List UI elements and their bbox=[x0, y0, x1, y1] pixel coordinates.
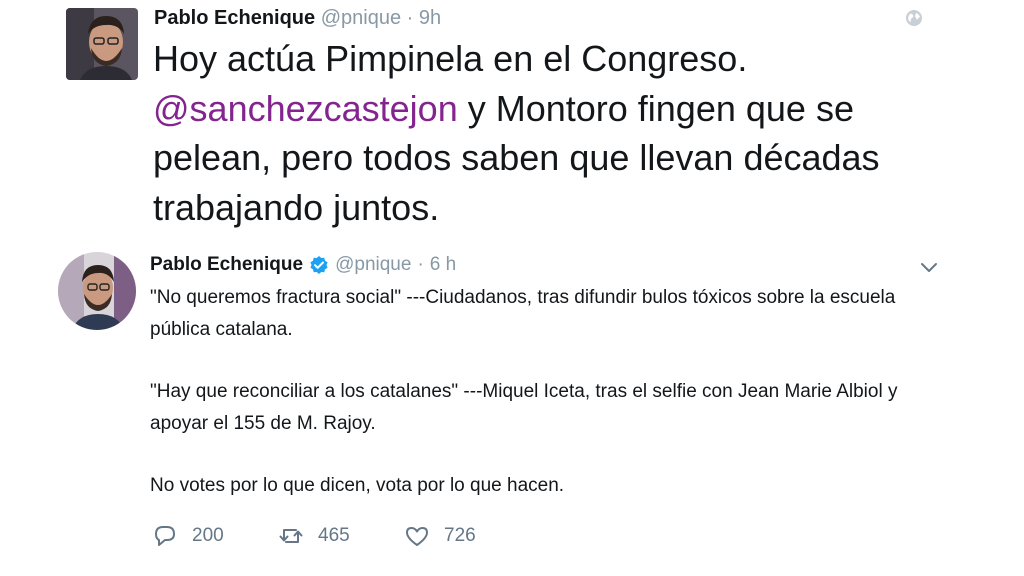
retweet-count: 465 bbox=[318, 525, 350, 546]
author-name[interactable]: Pablo Echenique bbox=[154, 7, 315, 29]
reply-icon bbox=[155, 526, 175, 546]
tweet-paragraph: "Hay que reconciliar a los catalanes" --… bbox=[150, 381, 898, 434]
tweet-header-2: Pablo Echenique @pnique · 6 h bbox=[150, 253, 456, 277]
tweet-paragraph: No votes por lo que dicen, vota por lo q… bbox=[150, 475, 565, 496]
verified-badge-icon bbox=[310, 256, 328, 274]
tweet-text: Hoy actúa Pimpinela en el Congreso. @san… bbox=[153, 34, 933, 232]
author-handle-2[interactable]: @pnique bbox=[335, 253, 411, 277]
chevron-down-icon[interactable] bbox=[918, 256, 940, 278]
reply-count: 200 bbox=[192, 525, 224, 546]
author-handle[interactable]: @pnique bbox=[321, 7, 401, 29]
mention-link[interactable]: @sanchezcastejon bbox=[153, 88, 458, 129]
time-separator: · bbox=[406, 7, 414, 29]
tweet-time[interactable]: 9h bbox=[419, 7, 441, 29]
author-avatar[interactable] bbox=[66, 8, 138, 80]
tweet-paragraph: "No queremos fractura social" ---Ciudada… bbox=[150, 287, 896, 340]
like-count: 726 bbox=[444, 525, 476, 546]
retweet-icon bbox=[279, 529, 303, 543]
tweet-text-line1: Hoy actúa Pimpinela en el Congreso. bbox=[153, 38, 748, 79]
author-name-2[interactable]: Pablo Echenique bbox=[150, 253, 303, 277]
tweet-header: Pablo Echenique @pnique · 9h bbox=[154, 6, 441, 30]
globe-icon bbox=[906, 10, 922, 26]
reply-button[interactable]: 200 bbox=[152, 522, 224, 550]
heart-icon bbox=[406, 527, 428, 546]
retweet-button[interactable]: 465 bbox=[278, 522, 350, 550]
tweet-time-2[interactable]: 6 h bbox=[430, 253, 456, 277]
like-button[interactable]: 726 bbox=[404, 522, 476, 550]
time-separator-2: · bbox=[417, 254, 424, 275]
author-avatar-round[interactable] bbox=[58, 252, 136, 330]
